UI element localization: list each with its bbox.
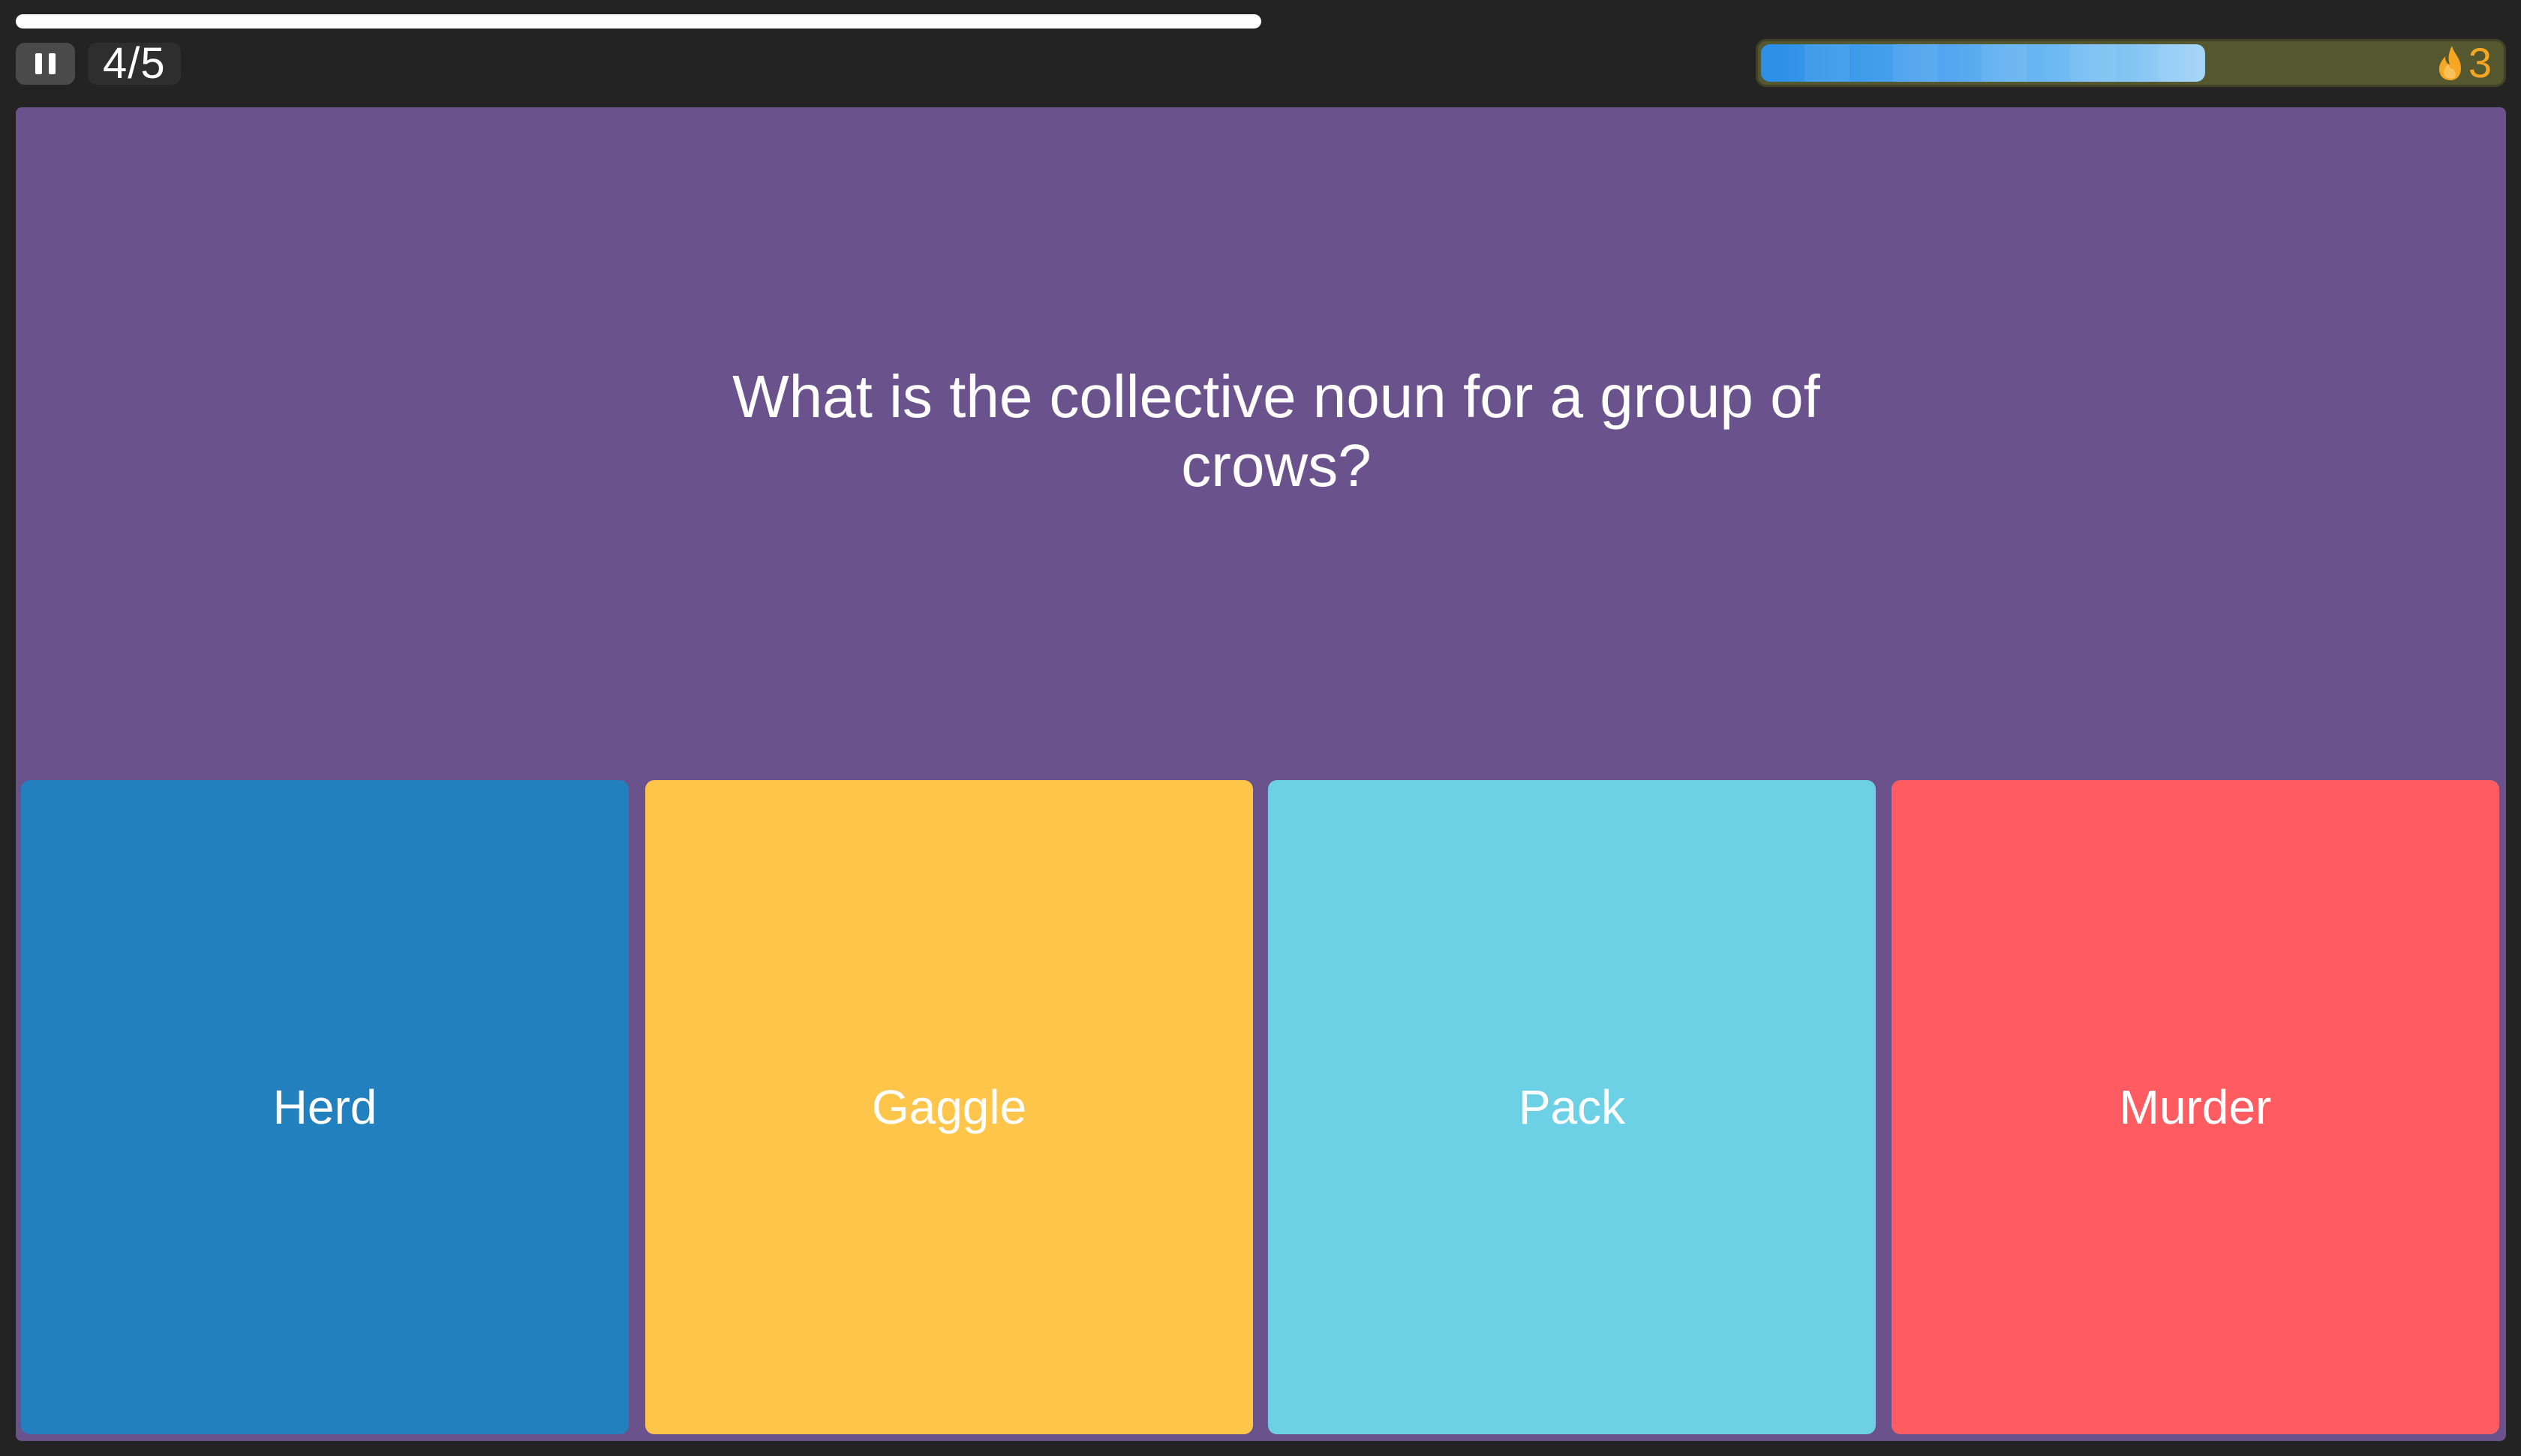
answer-option-gaggle[interactable]: Gaggle — [645, 780, 1253, 1434]
answer-option-murder[interactable]: Murder — [1892, 780, 2499, 1434]
quiz-screen: 4/5 3 What is the collective noun for a … — [0, 0, 2521, 1456]
answer-label: Murder — [2119, 1080, 2272, 1134]
streak-count: 3 — [2468, 39, 2492, 86]
pause-icon — [35, 53, 42, 74]
question-text: What is the collective noun for a group … — [732, 363, 1820, 499]
answer-label: Gaggle — [871, 1080, 1027, 1134]
question-counter: 4/5 — [88, 42, 181, 86]
answer-option-pack[interactable]: Pack — [1268, 780, 1876, 1434]
streak-meter: 3 — [1756, 39, 2506, 87]
flame-icon — [2438, 46, 2461, 80]
pause-button[interactable] — [16, 43, 75, 85]
timer-bar — [16, 14, 1261, 29]
answer-label: Herd — [272, 1080, 377, 1134]
answer-label: Pack — [1518, 1080, 1626, 1134]
streak-counter: 3 — [2435, 41, 2492, 85]
streak-progress-fill — [1761, 44, 2205, 82]
answer-option-herd[interactable]: Herd — [21, 780, 629, 1434]
